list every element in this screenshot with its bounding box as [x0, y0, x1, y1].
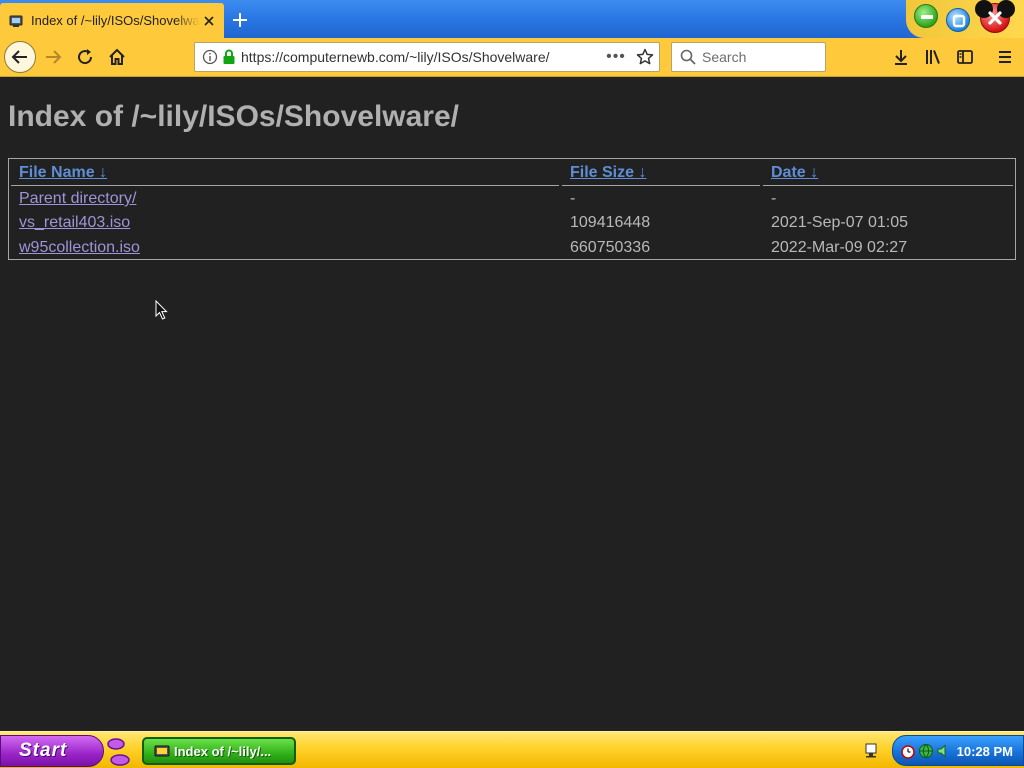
arrow-left-icon [11, 50, 27, 64]
taskbar-window-button[interactable]: Index of /~lily/... [142, 737, 296, 765]
globe-icon[interactable] [917, 742, 935, 760]
home-icon [109, 48, 125, 65]
reload-icon [78, 49, 93, 65]
sort-file-size-link[interactable]: File Size ↓ [570, 164, 646, 181]
date-cell: - [771, 190, 777, 207]
search-icon [680, 49, 696, 65]
library-button[interactable] [918, 42, 948, 72]
file-size-cell: - [570, 190, 576, 207]
date-cell: 2022-Mar-09 02:27 [771, 239, 908, 256]
site-info-icon[interactable] [199, 43, 221, 71]
header-divider [562, 185, 760, 186]
download-arrow-icon [895, 50, 907, 65]
alarm-clock-icon[interactable] [899, 742, 917, 760]
arrow-right-icon [46, 50, 62, 64]
header-divider [11, 185, 559, 186]
start-button[interactable]: Start [0, 735, 104, 767]
search-placeholder: Search [702, 49, 747, 65]
hamburger-menu-icon [999, 51, 1011, 63]
search-bar[interactable]: Search [671, 42, 826, 72]
forward-button[interactable] [38, 42, 68, 72]
sort-date-link[interactable]: Date ↓ [771, 164, 818, 181]
page-title: Index of /~lily/ISOs/Shovelware/ [8, 100, 459, 133]
downloads-button[interactable] [886, 42, 916, 72]
minimize-icon [921, 15, 933, 19]
sidebar-icon [957, 50, 973, 64]
url-text[interactable]: https://computernewb.com/~lily/ISOs/Shov… [241, 49, 601, 65]
file-link[interactable]: w95collection.iso [19, 239, 140, 256]
clock: 10:28 PM [956, 744, 1013, 759]
new-tab-button[interactable] [228, 8, 252, 32]
plus-icon [233, 13, 247, 27]
minimize-button[interactable] [914, 4, 938, 28]
maximize-button[interactable] [946, 8, 970, 32]
parent-directory-link[interactable]: Parent directory/ [19, 190, 136, 207]
mouse-cursor-icon [155, 300, 168, 320]
bookmark-star-icon[interactable] [631, 43, 659, 71]
column-header-date: Date ↓ [771, 164, 818, 184]
speaker-icon[interactable] [935, 742, 953, 760]
library-icon [926, 50, 940, 64]
table-row: Parent directory/ [19, 190, 136, 208]
column-header-file-name: File Name ↓ [19, 164, 107, 184]
page-actions-button[interactable]: ••• [601, 43, 631, 71]
lock-icon [221, 43, 237, 71]
url-bar[interactable]: https://computernewb.com/~lily/ISOs/Shov… [194, 42, 660, 72]
sidebar-button[interactable] [950, 42, 980, 72]
tab-strip: Index of /~lily/ISOs/Shovelware/ [0, 0, 1024, 38]
sort-file-name-link[interactable]: File Name ↓ [19, 164, 107, 181]
header-divider [763, 185, 1013, 186]
date-cell: 2021-Sep-07 01:05 [771, 214, 908, 231]
browser-window-icon [154, 745, 170, 757]
back-button[interactable] [4, 41, 36, 73]
tab-close-icon[interactable] [200, 12, 218, 30]
table-row: vs_retail403.iso [19, 214, 130, 232]
window-controls [906, 0, 1024, 38]
home-button[interactable] [102, 42, 132, 72]
close-window-button[interactable] [975, 0, 1015, 33]
column-header-file-size: File Size ↓ [570, 164, 646, 184]
directory-listing-table: File Name ↓ File Size ↓ Date ↓ Parent di… [8, 158, 1016, 260]
taskbar-window-label: Index of /~lily/... [174, 743, 272, 759]
favicon-icon [8, 13, 24, 29]
taskbar: Start Index of /~lily/... 10:28 PM [0, 731, 1024, 768]
restore-icon [952, 14, 966, 28]
tab-title: Index of /~lily/ISOs/Shovelware/ [31, 13, 200, 28]
page-content: Index of /~lily/ISOs/Shovelware/ File Na… [0, 78, 1024, 731]
file-size-cell: 109416448 [570, 214, 651, 231]
file-size-cell: 660750336 [570, 239, 651, 256]
navigation-toolbar: https://computernewb.com/~lily/ISOs/Shov… [0, 38, 1024, 77]
system-tray: 10:28 PM [892, 735, 1024, 766]
network-icon[interactable] [862, 741, 880, 759]
menu-button[interactable] [990, 42, 1020, 72]
table-row: w95collection.iso [19, 239, 140, 257]
reload-button[interactable] [70, 42, 100, 72]
close-icon [988, 11, 1002, 25]
start-label: Start [19, 740, 68, 761]
file-link[interactable]: vs_retail403.iso [19, 214, 130, 231]
browser-tab[interactable]: Index of /~lily/ISOs/Shovelware/ [0, 3, 224, 38]
start-decoration-icon [107, 738, 130, 766]
